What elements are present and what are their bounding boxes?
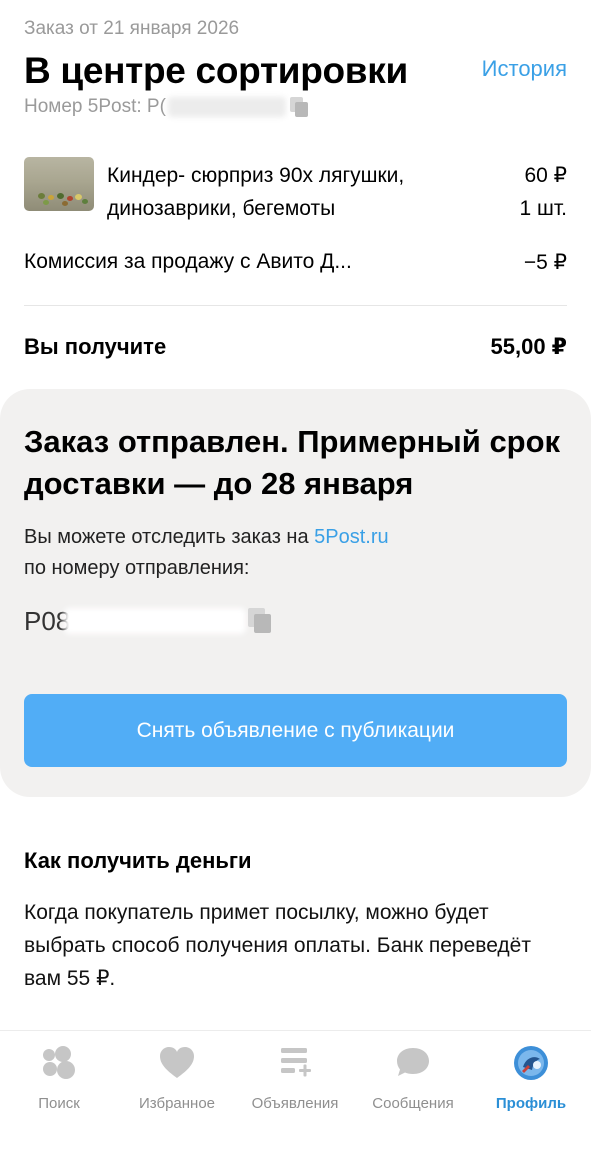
tab-listings[interactable]: Объявления <box>236 1041 354 1131</box>
tab-label: Объявления <box>251 1095 339 1112</box>
tracking-instructions: Вы можете отследить заказ на 5Post.ru по… <box>24 522 564 584</box>
tracking-instructions-text: Вы можете отследить заказ на <box>24 526 315 548</box>
carrier-site-link[interactable]: 5Post.ru <box>314 526 388 548</box>
payout-total-label: Вы получите <box>24 334 167 359</box>
unpublish-listing-button[interactable]: Снять объявление с публикации <box>24 694 567 767</box>
copy-icon[interactable] <box>248 608 272 634</box>
commission-row[interactable]: Комиссия за продажу с Авито Д... −5 ₽ <box>24 250 567 280</box>
order-status-title: В центре сортировки <box>24 50 408 91</box>
tab-favorites[interactable]: Избранное <box>118 1041 236 1131</box>
tracking-number-row: Номер 5Post: Р( <box>24 95 308 119</box>
item-title: Киндер- сюрприз 90х лягушки, динозаврики… <box>107 164 405 220</box>
shipment-status-title: Заказ отправлен. Примерный срок доставки… <box>24 424 561 501</box>
listings-add-icon <box>281 1048 311 1077</box>
profile-avatar-icon <box>514 1046 548 1080</box>
tab-label: Избранное <box>138 1095 216 1112</box>
item-thumbnail <box>24 157 94 211</box>
chat-bubble-icon <box>397 1048 429 1076</box>
payout-total-row: Вы получите 55,00 ₽ <box>24 334 567 364</box>
payout-info-title: Как получить деньги <box>24 848 252 873</box>
tab-search[interactable]: Поиск <box>0 1041 118 1131</box>
tracking-instructions-text-2: по номеру отправления: <box>24 557 250 579</box>
heart-icon <box>160 1047 194 1078</box>
payout-total-value: 55,00 ₽ <box>490 334 567 359</box>
tab-profile[interactable]: Профиль <box>472 1041 590 1131</box>
order-date: Заказ от 21 января 2026 <box>24 18 240 39</box>
search-bubbles-icon <box>43 1046 75 1079</box>
order-item[interactable]: Киндер- сюрприз 90х лягушки, динозаврики… <box>24 155 567 220</box>
tab-label: Поиск <box>38 1095 80 1112</box>
shipment-tracking-number: Р08 <box>24 603 272 639</box>
history-link[interactable]: История <box>482 56 567 82</box>
payout-info-text: Когда покупатель примет посылку, можно б… <box>24 901 531 990</box>
copy-icon[interactable] <box>289 97 308 117</box>
tracking-number-label: Номер 5Post: Р( <box>24 96 166 117</box>
commission-label: Комиссия за продажу с Авито Д... <box>24 250 352 273</box>
shipment-status-card: Заказ отправлен. Примерный срок доставки… <box>0 389 591 797</box>
divider <box>24 305 567 306</box>
tab-label: Профиль <box>495 1095 567 1112</box>
redacted-tracking-number <box>64 608 247 634</box>
tab-messages[interactable]: Сообщения <box>354 1041 472 1131</box>
tab-label: Сообщения <box>372 1095 454 1112</box>
redacted-tracking-number <box>167 97 286 117</box>
item-price: 60 ₽ <box>524 164 567 187</box>
commission-value: −5 ₽ <box>523 251 567 274</box>
item-quantity: 1 шт. <box>519 197 568 220</box>
bottom-tab-bar: Поиск Избранное Объявления Сообщения Про… <box>0 1030 591 1157</box>
